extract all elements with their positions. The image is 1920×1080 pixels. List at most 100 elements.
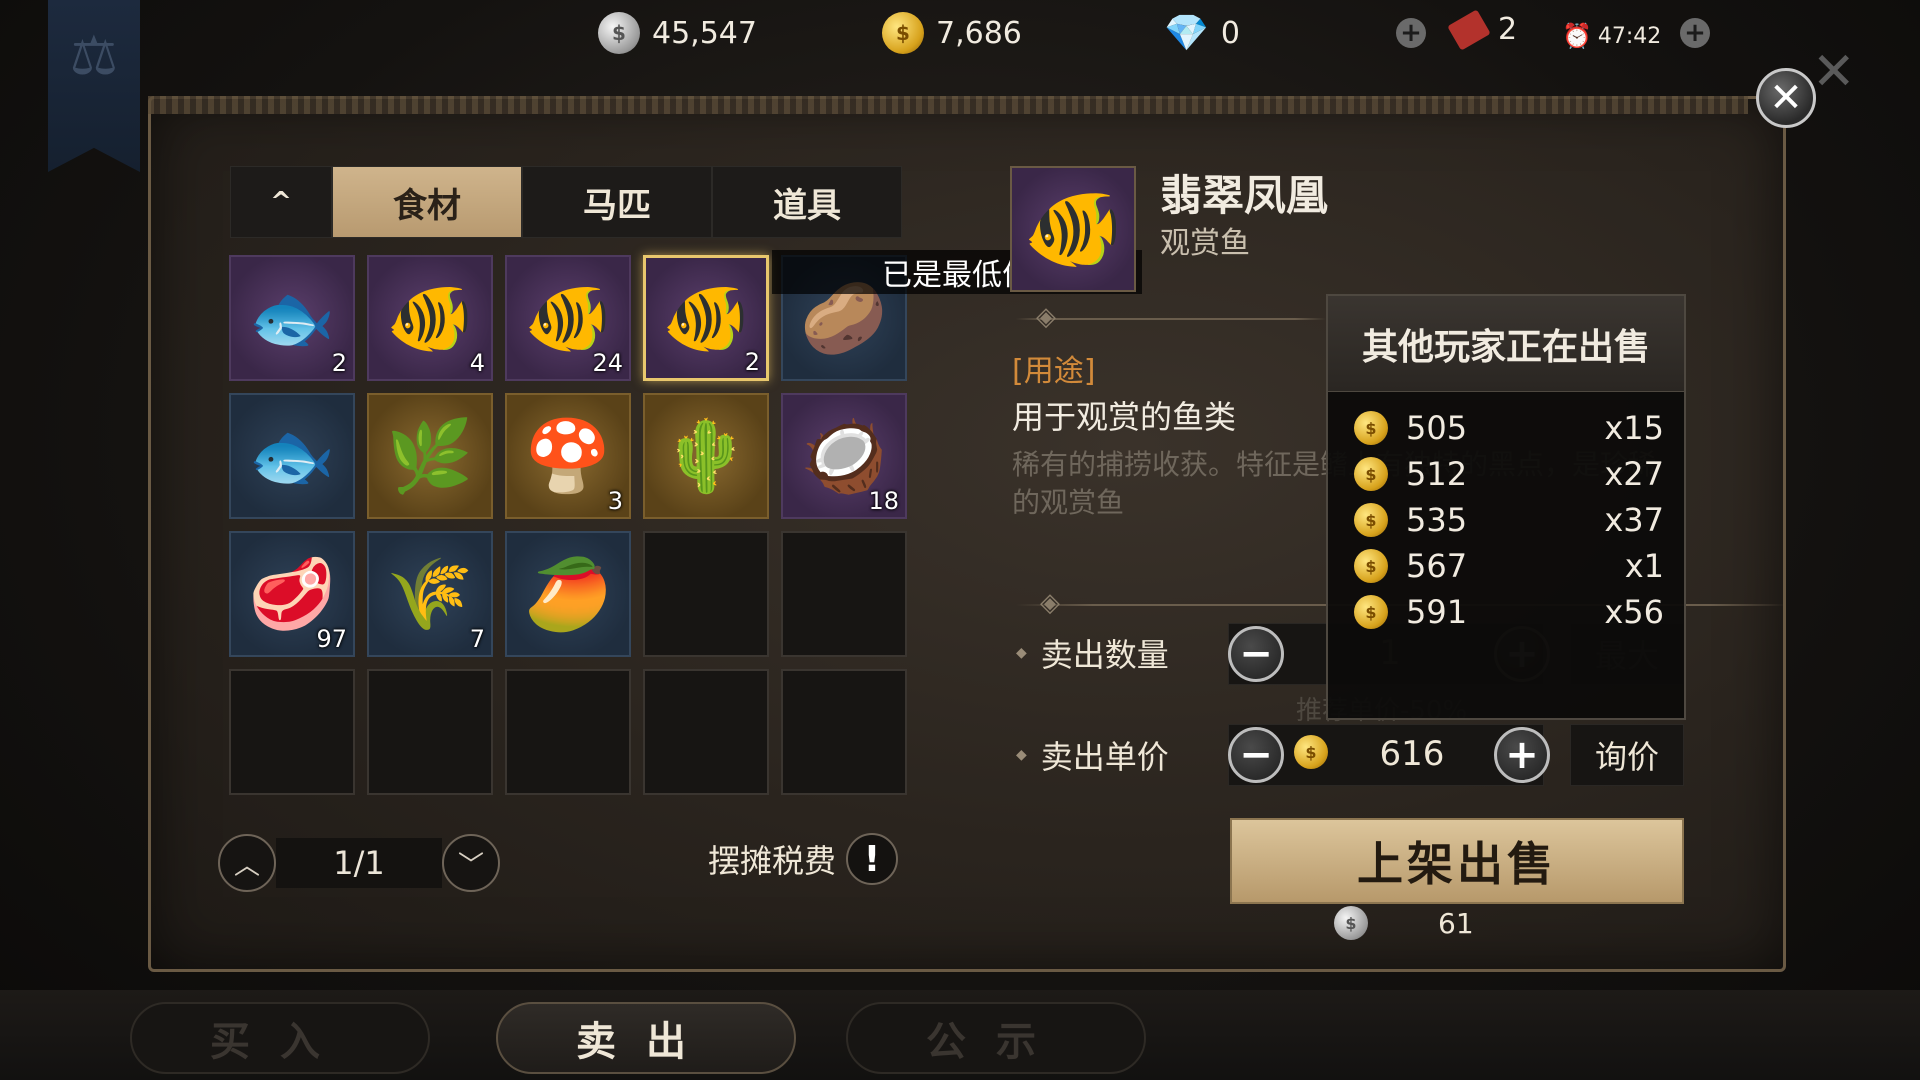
listing-price: 505 <box>1406 409 1468 447</box>
price-plus-button[interactable]: + <box>1494 727 1550 783</box>
inventory-slot[interactable]: 🌿 <box>367 393 493 519</box>
plus-icon: + <box>1396 18 1426 48</box>
listing-quantity: x37 <box>1604 501 1664 539</box>
listing-quantity: x27 <box>1604 455 1664 493</box>
use-label: [用途] <box>1012 354 1096 389</box>
market-listing: $567 x1 <box>1354 546 1664 586</box>
tab-items[interactable]: 道具 <box>712 166 902 238</box>
sell-price-row: ◆ 卖出单价 <box>1016 732 1169 778</box>
plus-icon: + <box>1680 18 1710 48</box>
ginseng-root-icon: 🌿 <box>386 415 474 497</box>
close-button[interactable]: ✕ <box>1756 68 1816 128</box>
ticket-currency: 2 <box>1447 8 1518 51</box>
inventory-slot <box>781 531 907 657</box>
currency-bar: $ 45,547 $ 7,686 💎 0 + 2 ⏰ 47:42 + <box>0 0 1920 72</box>
truffle-icon: 🍄 <box>524 415 612 497</box>
listing-quantity: x1 <box>1624 547 1664 585</box>
rice-stalks-icon: 🌾 <box>386 553 474 635</box>
item-type: 观赏鱼 <box>1160 226 1250 261</box>
tab-notice[interactable]: 公示 <box>846 1002 1146 1074</box>
page-down-button[interactable]: ﹀ <box>442 834 500 892</box>
tab-horses[interactable]: 马匹 <box>522 166 712 238</box>
item-count: 7 <box>469 625 485 653</box>
bullet-icon: ◆ <box>1016 747 1027 763</box>
add-diamond-button[interactable]: + <box>1396 18 1426 48</box>
stall-tax: 摆摊税费 ! <box>708 833 899 885</box>
collapse-button[interactable]: ^ <box>230 166 332 238</box>
ticket-amount: 2 <box>1498 12 1518 47</box>
inventory-slot <box>781 669 907 795</box>
inventory-slot[interactable]: 🐟 <box>229 393 355 519</box>
sunfish-icon: 🐟 <box>248 277 336 359</box>
outer-close-icon[interactable]: ✕ <box>1812 42 1856 102</box>
listing-price: 567 <box>1406 547 1468 585</box>
inventory-slot[interactable]: 🐠 2 <box>643 255 769 381</box>
item-count: 97 <box>316 625 347 653</box>
gold-coin-icon: $ <box>1354 595 1388 629</box>
sell-quantity-row: ◆ 卖出数量 <box>1016 630 1169 676</box>
use-text: 用于观赏的鱼类 <box>1012 398 1237 436</box>
emerald-phoenix-fish-icon: 🐠 <box>662 277 750 359</box>
listing-price: 591 <box>1406 593 1468 631</box>
timer-value: 47:42 <box>1597 23 1662 49</box>
other-sellers-title: 其他玩家正在出售 <box>1328 296 1684 392</box>
price-value[interactable]: 616 <box>1350 734 1474 774</box>
aloe-plant-icon: 🌵 <box>662 415 750 497</box>
mango-icon: 🥭 <box>524 553 612 635</box>
listing-quantity: x56 <box>1604 593 1664 631</box>
angelfish-icon: 🐠 <box>524 277 612 359</box>
gold-amount: 7,686 <box>936 15 1022 51</box>
inventory-slot[interactable]: 🌵 <box>643 393 769 519</box>
gold-coin-icon: $ <box>1354 457 1388 491</box>
silver-amount: 45,547 <box>652 15 757 51</box>
listing-fee: $ 61 <box>1334 906 1474 940</box>
alarm-clock-icon: ⏰ <box>1562 22 1592 50</box>
inventory-slot[interactable]: 🍄 3 <box>505 393 631 519</box>
dialog-border-ornament <box>148 96 1748 114</box>
tab-ingredients[interactable]: 食材 <box>332 166 522 238</box>
quantity-minus-button[interactable]: − <box>1228 626 1284 682</box>
category-tabs: ^ 食材 马匹 道具 <box>230 166 902 238</box>
diamond-icon: 💎 <box>1164 13 1209 54</box>
inventory-slot[interactable]: 🐟 2 <box>229 255 355 381</box>
listing-quantity: x15 <box>1604 409 1664 447</box>
price-minus-button[interactable]: − <box>1228 727 1284 783</box>
sell-price-label: 卖出单价 <box>1040 738 1169 776</box>
market-listing: $591 x56 <box>1354 592 1664 632</box>
list-for-sale-button[interactable]: 上架出售 <box>1230 818 1684 904</box>
inventory-slot[interactable]: 🥩 97 <box>229 531 355 657</box>
item-count: 24 <box>592 349 623 377</box>
tab-sell[interactable]: 卖出 <box>496 1002 796 1074</box>
info-icon[interactable]: ! <box>846 833 899 885</box>
other-sellers-panel: 其他玩家正在出售 $505 x15 $512 x27 $535 x37 $567 x1 $591… <box>1326 294 1686 720</box>
timer: ⏰ 47:42 <box>1562 22 1661 50</box>
inquire-price-button[interactable]: 询价 <box>1570 724 1684 786</box>
gold-coin-icon: $ <box>1354 411 1388 445</box>
add-ticket-button[interactable]: + <box>1680 18 1710 48</box>
diamond-currency: 💎 0 <box>1164 12 1240 54</box>
gold-coin-icon: $ <box>1294 735 1328 769</box>
pagination: ︿ 1/1 ﹀ <box>218 834 500 892</box>
raw-meat-icon: 🥩 <box>248 553 336 635</box>
tab-buy[interactable]: 买入 <box>130 1002 430 1074</box>
item-count: 4 <box>469 349 485 377</box>
selected-item-icon: 🐠 <box>1010 166 1136 292</box>
item-name: 翡翠凤凰 <box>1160 171 1329 220</box>
inventory-slot[interactable]: 🐠 24 <box>505 255 631 381</box>
silver-coin-icon: $ <box>1334 906 1368 940</box>
bullet-icon: ◆ <box>1016 645 1027 661</box>
page-up-button[interactable]: ︿ <box>218 834 276 892</box>
inventory-slot[interactable]: 🐠 4 <box>367 255 493 381</box>
sell-quantity-label: 卖出数量 <box>1040 636 1169 674</box>
gold-coin-icon: $ <box>882 12 924 54</box>
inventory-slot[interactable]: 🌾 7 <box>367 531 493 657</box>
ornament-icon: ◈ <box>1040 588 1060 618</box>
ornament-icon: ◈ <box>1036 302 1056 332</box>
item-count: 2 <box>744 348 760 376</box>
inventory-slot[interactable]: 🥥 18 <box>781 393 907 519</box>
silver-coin-icon: $ <box>598 12 640 54</box>
inventory-slot[interactable]: 🥭 <box>505 531 631 657</box>
item-count: 18 <box>868 487 899 515</box>
listing-price: 512 <box>1406 455 1468 493</box>
inventory-slot <box>505 669 631 795</box>
